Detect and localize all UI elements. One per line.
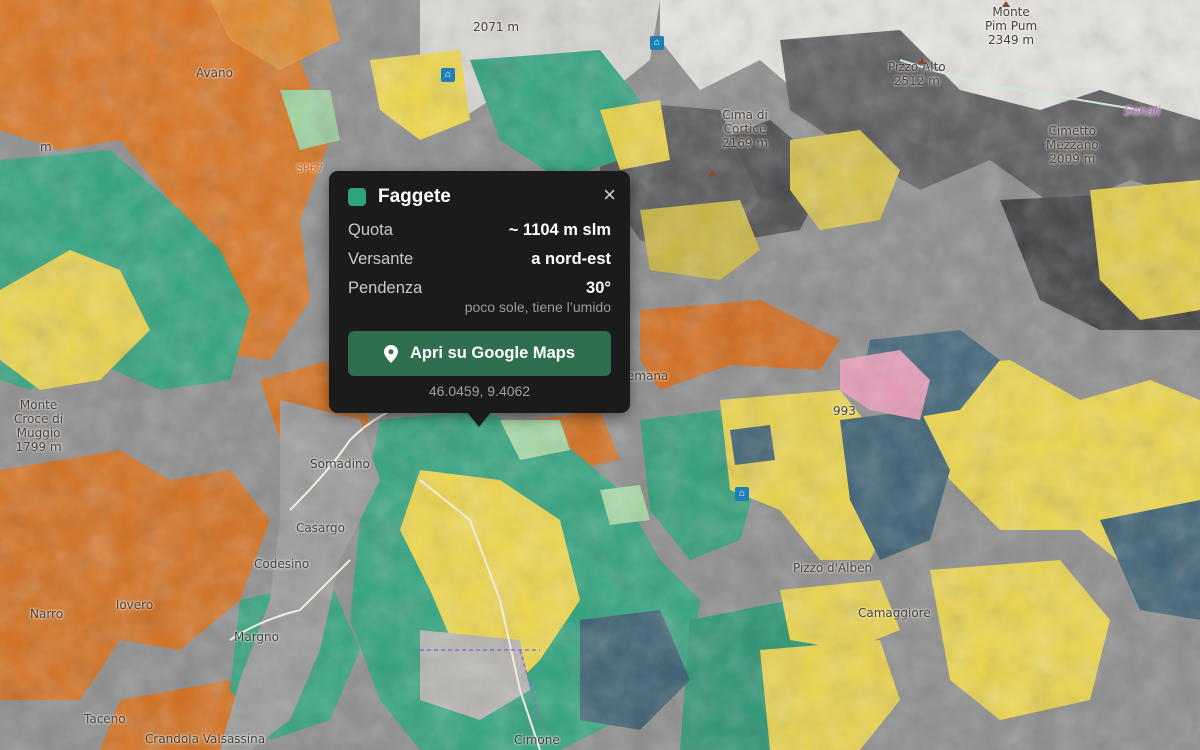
peak-marker-icon [918, 58, 926, 64]
forest-type-swatch [348, 188, 366, 206]
mountain-hut-icon[interactable]: ⌂ [441, 68, 455, 82]
open-google-maps-button[interactable]: Apri su Google Maps [348, 331, 611, 376]
popup-attributes: Quota ~ 1104 m slm Versante a nord-est P… [348, 216, 611, 319]
row-value: 30° [586, 279, 611, 297]
row-label: Quota [348, 221, 393, 239]
slope-note: poco sole, tiene l’umido [464, 299, 611, 315]
row-value: ~ 1104 m slm [508, 221, 611, 239]
row-label: Versante [348, 250, 414, 268]
peak-marker-icon [708, 170, 716, 176]
popup-title: Faggete [378, 186, 451, 207]
row-quota: Quota ~ 1104 m slm [348, 216, 611, 245]
forest-info-popup: Faggete × Quota ~ 1104 m slm Versante a … [329, 171, 630, 413]
google-maps-button-label: Apri su Google Maps [409, 344, 576, 362]
coordinates: 46.0459, 9.4062 [428, 383, 531, 399]
popup-tip [467, 412, 491, 427]
mountain-hut-icon[interactable]: ⌂ [650, 36, 664, 50]
peak-marker-icon [1002, 1, 1010, 7]
row-versante: Versante a nord-est [348, 245, 611, 274]
row-label: Pendenza [348, 279, 423, 297]
popup-header: Faggete [348, 185, 611, 209]
row-value: a nord-est [531, 250, 611, 268]
close-button[interactable]: × [603, 183, 616, 207]
mountain-hut-icon[interactable]: ⌂ [735, 487, 749, 501]
map-pin-icon [383, 344, 398, 363]
